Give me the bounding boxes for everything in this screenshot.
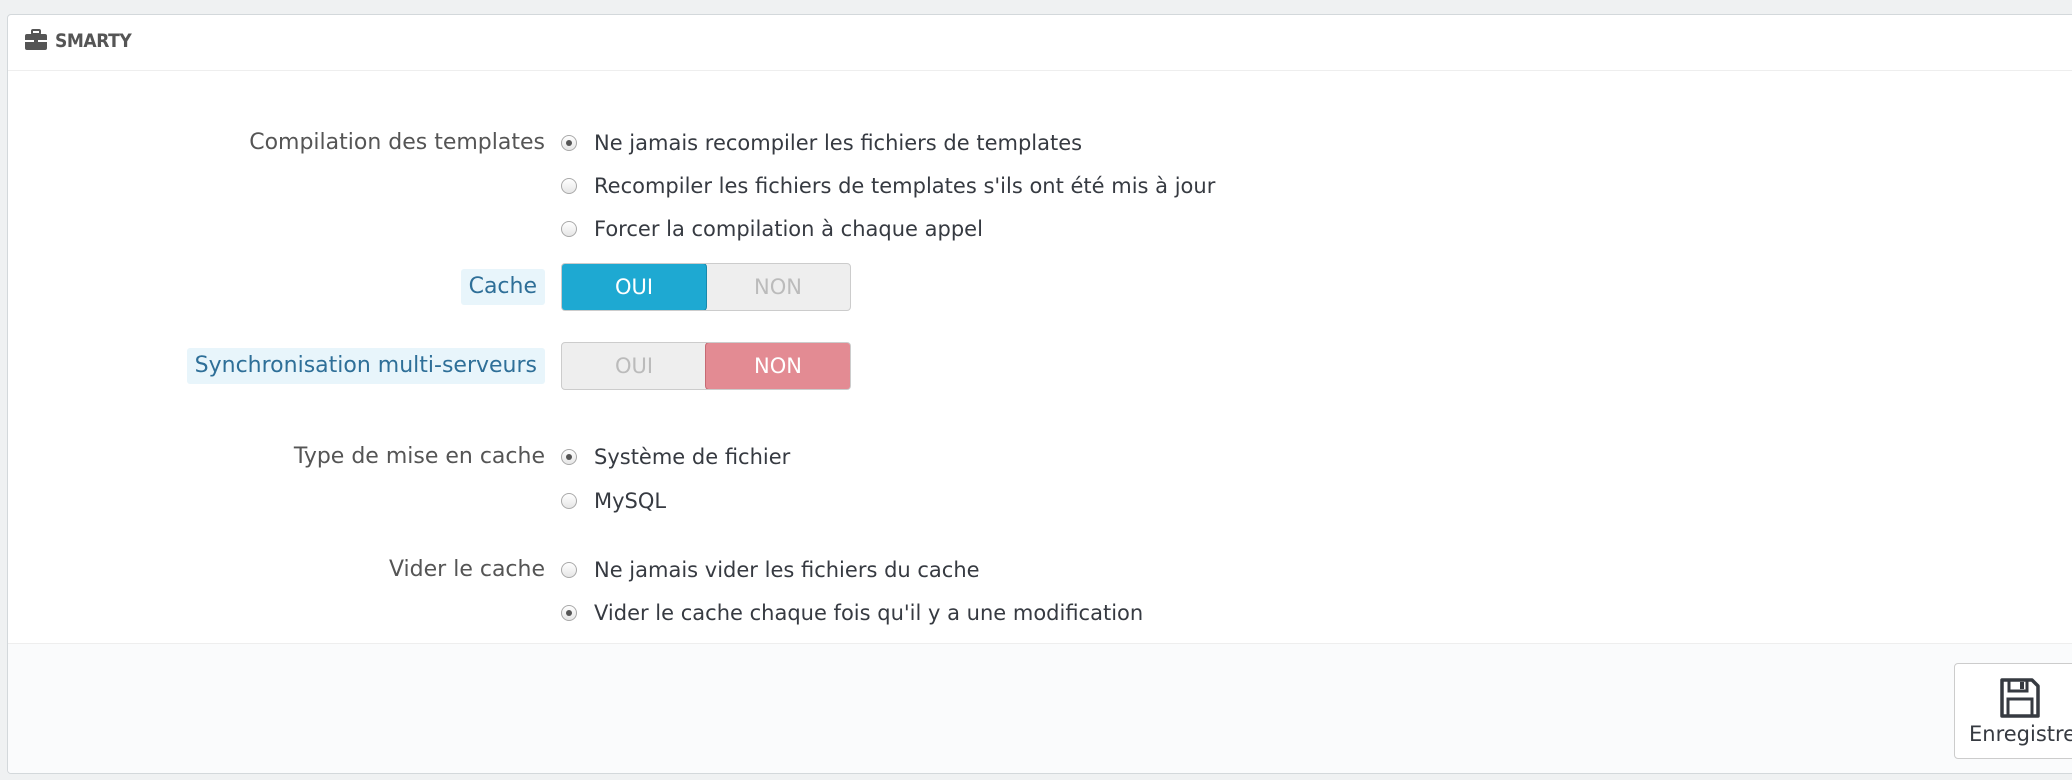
radio-label: Forcer la compilation à chaque appel xyxy=(594,217,983,241)
radio-label: Ne jamais recompiler les fichiers de tem… xyxy=(594,131,1083,155)
cache-type-label: Type de mise en cache xyxy=(293,444,545,469)
smarty-panel: SMARTY Compilation des templates Ne jama… xyxy=(7,14,2072,774)
radio-label: Système de fichier xyxy=(594,445,791,469)
briefcase-icon xyxy=(24,29,48,55)
sync-switch[interactable]: OUI NON xyxy=(561,342,851,390)
radio-button[interactable] xyxy=(561,221,577,237)
radio-button[interactable] xyxy=(561,449,577,465)
clear-cache-option-never[interactable]: Ne jamais vider les fichiers du cache xyxy=(561,554,980,586)
sync-label: Synchronisation multi-serveurs xyxy=(186,348,545,384)
compilation-option-never[interactable]: Ne jamais recompiler les fichiers de tem… xyxy=(561,127,1082,159)
panel-title: SMARTY xyxy=(55,30,132,52)
clear-cache-label-wrap: Vider le cache xyxy=(8,555,545,591)
cache-label: Cache xyxy=(460,269,545,305)
compilation-option-updated[interactable]: Recompiler les fichiers de templates s'i… xyxy=(561,170,1215,202)
sync-no-option[interactable]: NON xyxy=(705,343,850,389)
radio-label: Vider le cache chaque fois qu'il y a une… xyxy=(594,601,1144,625)
compilation-option-force[interactable]: Forcer la compilation à chaque appel xyxy=(561,213,983,245)
cache-switch[interactable]: OUI NON xyxy=(561,263,851,311)
sync-yes-option[interactable]: OUI xyxy=(562,343,706,389)
cache-label-wrap: Cache xyxy=(8,269,545,305)
save-label: Enregistrer xyxy=(1969,722,2072,746)
cache-yes-option[interactable]: OUI xyxy=(562,264,707,310)
panel-footer: Enregistrer xyxy=(8,643,2072,773)
save-button[interactable]: Enregistrer xyxy=(1954,663,2072,759)
radio-label: Ne jamais vider les fichiers du cache xyxy=(594,558,980,582)
radio-button[interactable] xyxy=(561,562,577,578)
radio-button[interactable] xyxy=(561,493,577,509)
radio-button[interactable] xyxy=(561,178,577,194)
radio-label: MySQL xyxy=(594,489,667,513)
compilation-label-wrap: Compilation des templates xyxy=(8,128,545,164)
cache-type-label-wrap: Type de mise en cache xyxy=(8,442,545,478)
cache-no-option[interactable]: NON xyxy=(706,264,850,310)
radio-button[interactable] xyxy=(561,135,577,151)
cache-type-option-mysql[interactable]: MySQL xyxy=(561,485,666,517)
clear-cache-option-on-modify[interactable]: Vider le cache chaque fois qu'il y a une… xyxy=(561,597,1143,629)
sync-label-wrap: Synchronisation multi-serveurs xyxy=(8,348,545,384)
radio-button[interactable] xyxy=(561,605,577,621)
radio-label: Recompiler les fichiers de templates s'i… xyxy=(594,174,1216,198)
clear-cache-label: Vider le cache xyxy=(388,557,545,582)
compilation-label: Compilation des templates xyxy=(249,130,545,155)
panel-heading: SMARTY xyxy=(8,15,2072,71)
floppy-disk-icon xyxy=(1998,676,2042,724)
cache-type-option-filesystem[interactable]: Système de fichier xyxy=(561,441,790,473)
